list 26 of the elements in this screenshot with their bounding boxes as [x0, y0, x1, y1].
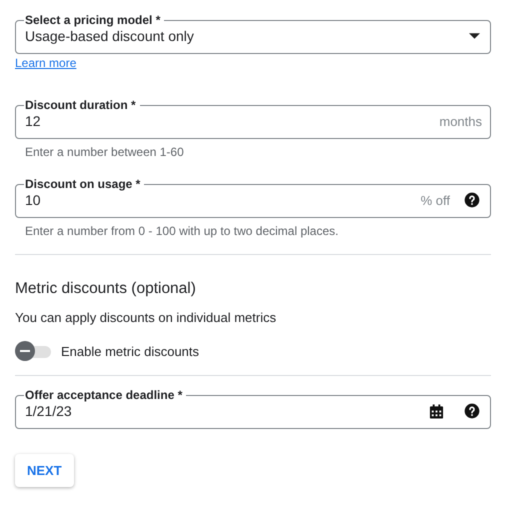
date-field[interactable]: Offer acceptance deadline * 1/21/23 — [15, 388, 491, 429]
helper-text: Enter a number between 1-60 — [25, 145, 184, 159]
field-label: Offer acceptance deadline * — [24, 388, 184, 402]
field-label: Select a pricing model * — [24, 13, 162, 27]
unit-suffix: % off — [420, 192, 450, 208]
help-icon[interactable] — [464, 403, 480, 419]
field-label: Discount duration * — [24, 98, 137, 112]
field-value: 12 — [25, 113, 42, 129]
discount-usage-field[interactable]: Discount on usage * 10 % off — [15, 177, 491, 218]
dropdown-arrow-icon — [469, 33, 480, 39]
discount-duration-field[interactable]: Discount duration * 12 months — [15, 98, 491, 139]
next-button[interactable]: NEXT — [15, 454, 74, 487]
pricing-model-select[interactable]: Select a pricing model * Usage-based discount only — [15, 13, 491, 54]
help-icon[interactable] — [464, 192, 480, 208]
section-description: You can apply discounts on individual metrics — [15, 310, 276, 325]
toggle-label: Enable metric discounts — [61, 344, 200, 358]
learn-more-link[interactable]: Learn more — [15, 56, 76, 70]
field-value: 10 — [25, 192, 42, 208]
field-value: 1/21/23 — [25, 403, 73, 419]
section-heading: Metric discounts (optional) — [15, 280, 196, 298]
unit-suffix: months — [439, 114, 482, 128]
field-label: Discount on usage * — [24, 177, 142, 191]
toggle-switch[interactable] — [15, 341, 51, 361]
selected-value: Usage-based discount only — [25, 28, 195, 44]
helper-text: Enter a number from 0 - 100 with up to two decimal places. — [25, 224, 338, 238]
calendar-icon[interactable] — [429, 404, 444, 418]
